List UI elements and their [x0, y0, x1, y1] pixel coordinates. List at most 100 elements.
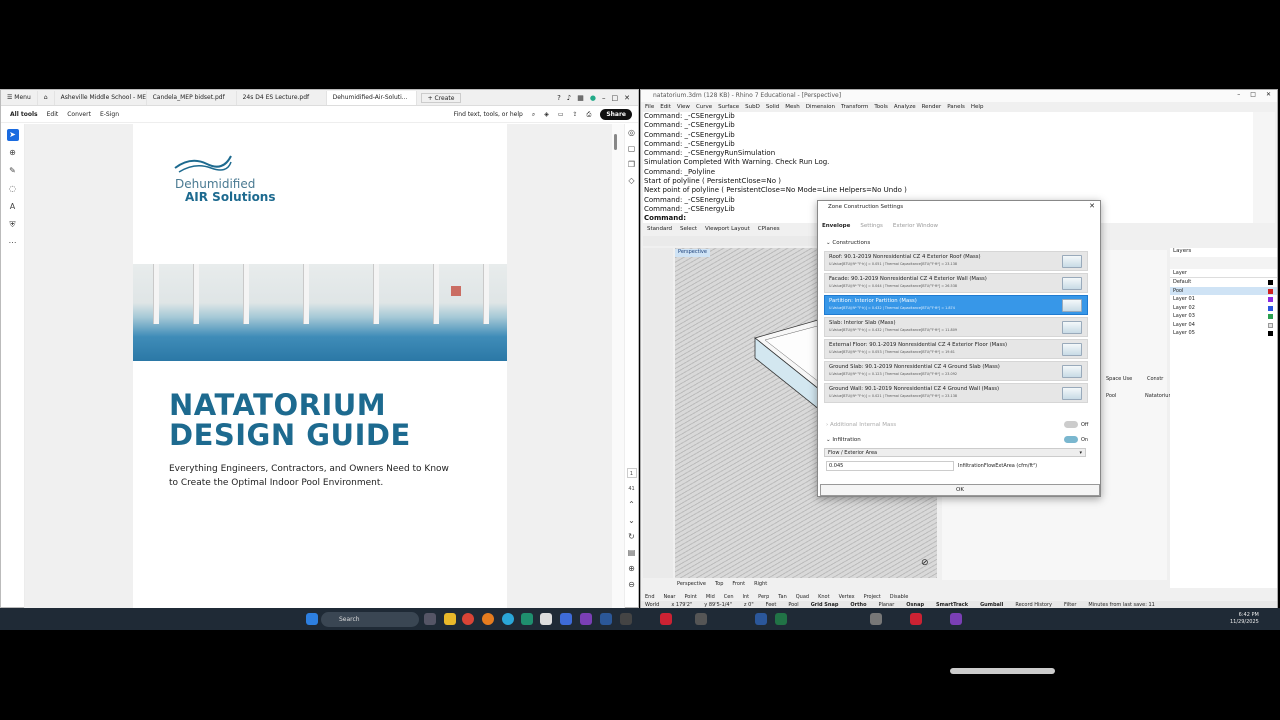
viewport-toolbar[interactable] — [643, 236, 819, 246]
osnap-perp[interactable]: Perp — [758, 594, 769, 600]
construction-slab[interactable]: Slab: Interior Slab (Mass) U-Value[BTU/(f… — [824, 317, 1088, 337]
pdf-scrollbar[interactable] — [612, 124, 624, 608]
edit-tab[interactable]: Edit — [47, 111, 59, 118]
find-field[interactable]: Find text, tools, or help — [454, 111, 523, 118]
esign-tab[interactable]: E-Sign — [100, 111, 119, 118]
menu-help[interactable]: Help — [971, 102, 984, 112]
construction-roof[interactable]: Roof: 90.1-2019 Nonresidential CZ 4 Exte… — [824, 251, 1088, 271]
tab-viewport-layout[interactable]: Viewport Layout — [705, 226, 750, 235]
viewport-label[interactable]: Perspective — [675, 249, 710, 257]
file-explorer-icon[interactable] — [444, 613, 456, 625]
zoom-out-icon[interactable]: ⊖ — [627, 580, 637, 590]
layer-row-03[interactable]: Layer 03 — [1170, 312, 1277, 321]
firefox-icon[interactable] — [482, 613, 494, 625]
tab-standard[interactable]: Standard — [647, 226, 672, 235]
construction-partition[interactable]: Partition: Interior Partition (Mass) U-Va… — [824, 295, 1088, 315]
osnap-mid[interactable]: Mid — [706, 594, 715, 600]
app-icon[interactable] — [560, 613, 572, 625]
layer-color-swatch[interactable] — [1268, 331, 1273, 336]
layer-color-swatch[interactable] — [1268, 297, 1273, 302]
construction-ground-wall[interactable]: Ground Wall: 90.1-2019 Nonresidential CZ… — [824, 383, 1088, 403]
lasso-tool-icon[interactable]: ◌ — [7, 183, 19, 195]
excel-icon[interactable] — [775, 613, 787, 625]
all-tools-tab[interactable]: All tools — [10, 111, 38, 118]
osnap-project[interactable]: Project — [864, 594, 881, 600]
app-icon[interactable] — [950, 613, 962, 625]
layer-row-pool[interactable]: Pool — [1170, 286, 1277, 295]
layer-row-02[interactable]: Layer 02 — [1170, 304, 1277, 313]
osnap-disable[interactable]: Disable — [890, 594, 909, 600]
osnap-tan[interactable]: Tan — [778, 594, 786, 600]
layer-color-swatch[interactable] — [1268, 305, 1273, 311]
menu-solid[interactable]: Solid — [766, 102, 779, 112]
layers-toolbar[interactable] — [1170, 257, 1277, 269]
page-down-icon[interactable]: ⌄ — [627, 516, 637, 526]
internal-mass-toggle[interactable] — [1064, 421, 1078, 428]
construction-facade[interactable]: Facade: 90.1-2019 Nonresidential CZ 4 Ex… — [824, 273, 1088, 293]
osnap-vertex[interactable]: Vertex — [839, 594, 855, 600]
osnap-cen[interactable]: Cen — [724, 594, 734, 600]
menu-surface[interactable]: Surface — [718, 102, 739, 112]
search-icon[interactable]: ⌕ — [532, 111, 535, 119]
acrobat-icon[interactable] — [660, 613, 672, 625]
menu-edit[interactable]: Edit — [660, 102, 671, 112]
word-icon[interactable] — [755, 613, 767, 625]
save-icon[interactable]: ▤ — [627, 548, 637, 558]
osnap-int[interactable]: Int — [743, 594, 750, 600]
flow-select[interactable]: Flow / Exterior Area ▾ — [824, 448, 1086, 457]
maps-icon[interactable] — [540, 613, 552, 625]
stamp-tool-icon[interactable]: ⛨ — [7, 219, 19, 231]
ok-button[interactable]: OK — [820, 484, 1100, 496]
comment-icon[interactable]: ▭ — [558, 111, 564, 118]
layer-color-swatch[interactable] — [1268, 322, 1273, 328]
minimize-icon[interactable]: – — [1237, 91, 1240, 98]
app-icon[interactable] — [910, 613, 922, 625]
rhino-icon[interactable] — [695, 613, 707, 625]
internal-mass-row[interactable]: › Additional Internal Mass — [826, 422, 896, 428]
comment-panel-icon[interactable]: ▢ — [627, 144, 637, 154]
gumball-icon[interactable]: ⊘ — [921, 558, 929, 568]
layer-color-swatch[interactable] — [1268, 288, 1273, 294]
osnap-knot[interactable]: Knot — [818, 594, 829, 600]
osnap-end[interactable]: End — [645, 594, 655, 600]
osnap-near[interactable]: Near — [664, 594, 676, 600]
minimize-icon[interactable]: – — [602, 94, 606, 102]
close-icon[interactable]: ✕ — [624, 94, 630, 102]
menu-mesh[interactable]: Mesh — [785, 102, 799, 112]
rotate-icon[interactable]: ↻ — [627, 532, 637, 542]
share-button[interactable]: Share — [600, 109, 632, 120]
osnap-quad[interactable]: Quad — [796, 594, 809, 600]
maximize-icon[interactable]: □ — [612, 94, 619, 102]
vp-tab-top[interactable]: Top — [715, 581, 723, 587]
menu-curve[interactable]: Curve — [696, 102, 712, 112]
outlook-icon[interactable] — [600, 613, 612, 625]
app-icon[interactable] — [521, 613, 533, 625]
pen-tool-icon[interactable]: ✎ — [7, 165, 19, 177]
infiltration-row[interactable]: ⌄ Infiltration — [826, 437, 861, 443]
menu-analyze[interactable]: Analyze — [894, 102, 916, 112]
menu-file[interactable]: File — [645, 102, 654, 112]
tab-settings[interactable]: Settings — [860, 223, 883, 233]
layer-color-swatch[interactable] — [1268, 280, 1273, 285]
tab-dehumidified[interactable]: Dehumidified-Air-Soluti... — [326, 90, 417, 105]
tab-cplanes[interactable]: CPlanes — [758, 226, 780, 235]
layer-row-05[interactable]: Layer 05 — [1170, 329, 1277, 338]
app-icon[interactable] — [580, 613, 592, 625]
construction-ground-slab[interactable]: Ground Slab: 90.1-2019 Nonresidential CZ… — [824, 361, 1088, 381]
tab-select[interactable]: Select — [680, 226, 697, 235]
start-icon[interactable] — [306, 613, 318, 625]
edge-icon[interactable] — [502, 613, 514, 625]
print-icon[interactable]: ⎙ — [587, 111, 592, 119]
tab-asheville[interactable]: Asheville Middle School - MEP... — [55, 90, 147, 105]
infiltration-toggle[interactable] — [1064, 436, 1078, 443]
menu-button[interactable]: ☰ Menu — [1, 90, 38, 105]
upload-icon[interactable]: ⇪ — [572, 111, 577, 118]
layers-panel-icon[interactable]: ◇ — [627, 176, 637, 186]
menu-dimension[interactable]: Dimension — [806, 102, 835, 112]
tab-exterior-window[interactable]: Exterior Window — [893, 223, 938, 233]
layer-row-04[interactable]: Layer 04 — [1170, 321, 1277, 330]
clock[interactable]: 6:42 PM 11/29/2025 — [1230, 612, 1259, 626]
flow-value-input[interactable]: 0.045 — [826, 461, 954, 471]
tab-lecture[interactable]: 24s D4 ES Lecture.pdf — [237, 90, 327, 105]
menu-render[interactable]: Render — [922, 102, 942, 112]
